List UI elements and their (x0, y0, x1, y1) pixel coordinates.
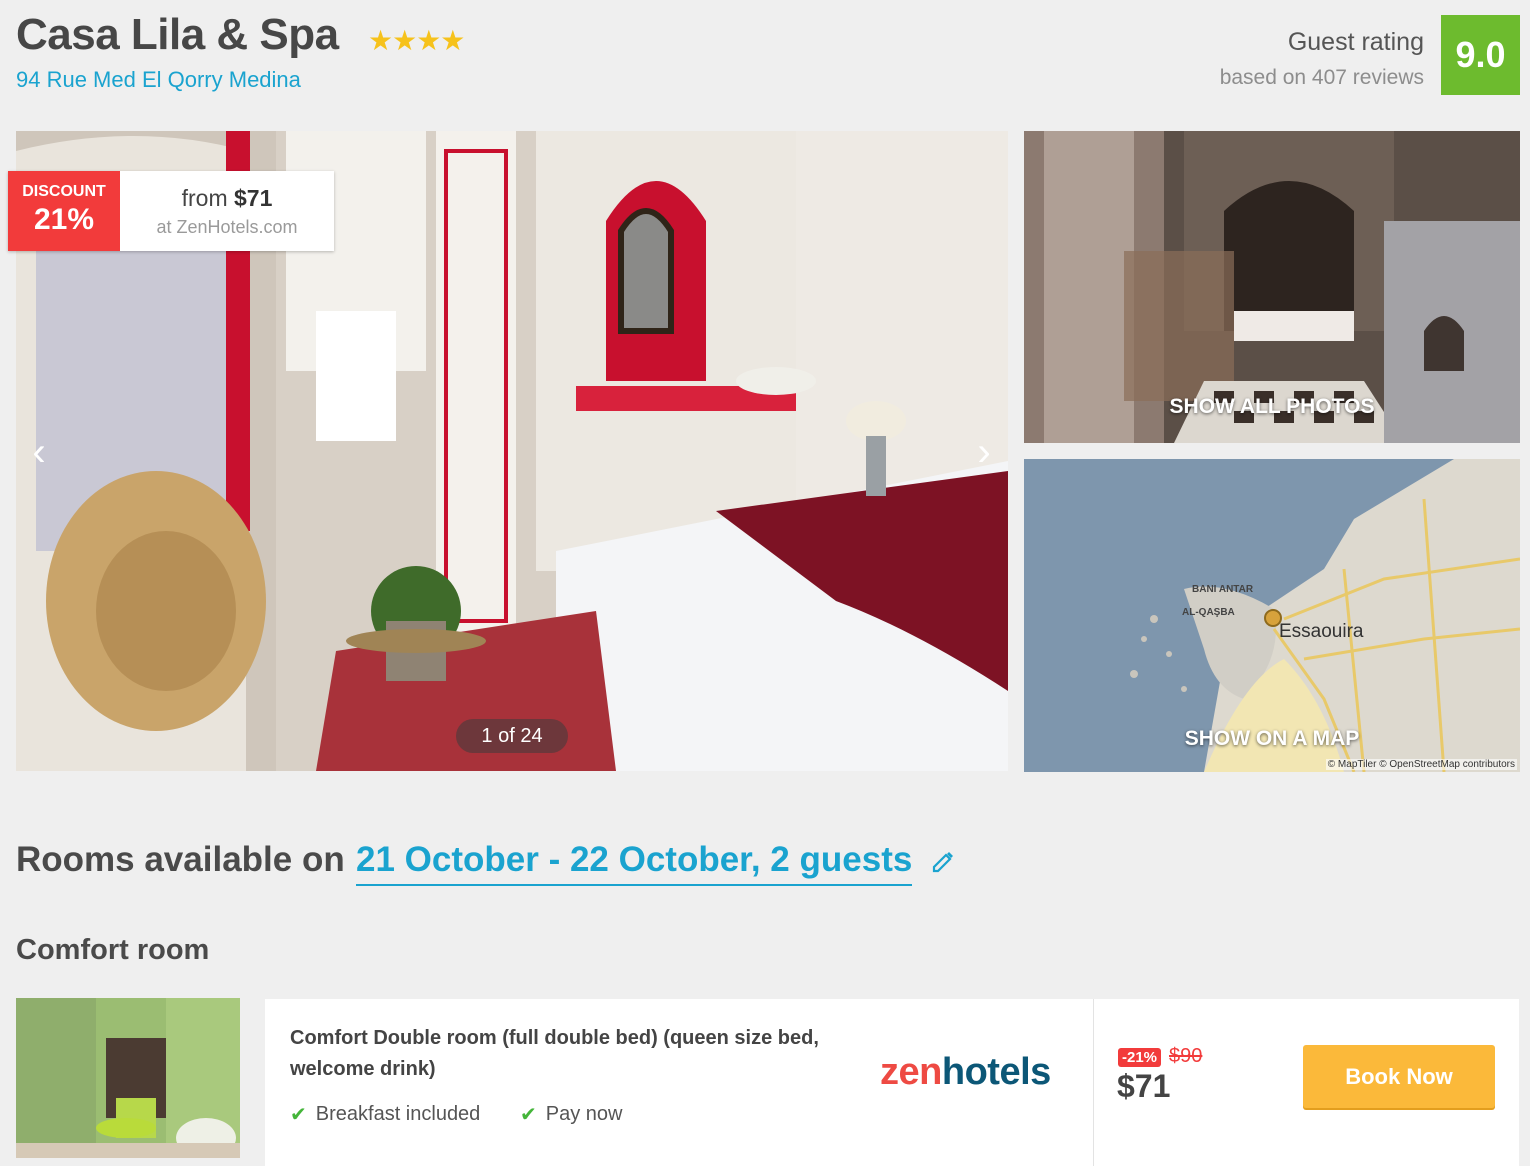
discount-value: 21% (33, 203, 95, 236)
price-source: at ZenHotels.com (156, 217, 298, 237)
next-photo-arrow-icon[interactable]: › (972, 432, 996, 472)
logo-part-zen: zen (880, 1051, 942, 1093)
photo-counter: 1 of 24 (456, 719, 568, 753)
map-label-bani-antar: BANI ANTAR (1192, 584, 1254, 595)
offer-discount-badge: -21% (1118, 1048, 1162, 1067)
show-on-map-label: SHOW ON A MAP (1184, 727, 1360, 750)
amenity-breakfast: ✔ Breakfast included (290, 1102, 480, 1127)
dates-guests-link[interactable]: 21 October - 22 October, 2 guests (356, 840, 913, 886)
book-now-button[interactable]: Book Now (1303, 1045, 1495, 1108)
offer-card: Comfort Double room (full double bed) (q… (265, 999, 1519, 1166)
checkmark-icon: ✔ (290, 1104, 307, 1126)
amenity-label: Breakfast included (315, 1103, 481, 1125)
rooms-heading: Rooms available on (16, 840, 345, 879)
amenity-label: Pay now (545, 1103, 623, 1125)
from-prefix: from (181, 185, 234, 211)
show-on-map-tile[interactable]: BANI ANTAR AL-QAŞBA Essaouira SHOW ON A … (1024, 459, 1520, 772)
room-thumbnail-image (16, 998, 240, 1158)
offer-room-name: Comfort Double room (full double bed) (q… (290, 1027, 819, 1080)
logo-part-hotels: hotels (941, 1051, 1051, 1093)
guest-rating-label: Guest rating (1287, 28, 1424, 56)
room-type-title: Comfort room (16, 934, 210, 966)
from-price-value: $71 (234, 185, 273, 211)
star-rating: ★★★★ (368, 25, 465, 56)
show-all-photos-tile[interactable]: SHOW ALL PHOTOS (1024, 131, 1520, 443)
old-price: $90 (1169, 1045, 1203, 1067)
discount-tag: DISCOUNT 21% (8, 171, 120, 251)
checkmark-icon: ✔ (520, 1104, 537, 1126)
current-price: $71 (1117, 1068, 1171, 1104)
map-image: BANI ANTAR AL-QAŞBA Essaouira (1024, 459, 1520, 772)
show-all-photos-label: SHOW ALL PHOTOS (1169, 395, 1375, 418)
room-thumbnail[interactable] (16, 998, 240, 1158)
zenhotels-logo: zenhotels (880, 1051, 1051, 1094)
card-divider (1093, 999, 1094, 1166)
map-label-city: Essaouira (1279, 621, 1364, 642)
hotel-title: Casa Lila & Spa (16, 10, 339, 59)
prev-photo-arrow-icon[interactable]: ‹ (27, 432, 51, 472)
hotel-address-link[interactable]: 94 Rue Med El Qorry Medina (16, 67, 301, 93)
discount-label: DISCOUNT (22, 183, 106, 200)
map-label-al-qasba: AL-QAŞBA (1182, 607, 1235, 618)
pencil-edit-icon[interactable] (930, 847, 956, 873)
amenity-pay-now: ✔ Pay now (520, 1102, 622, 1127)
review-count[interactable]: based on 407 reviews (1220, 66, 1424, 90)
discount-price-badge[interactable]: DISCOUNT 21% from $71 at ZenHotels.com (8, 171, 334, 251)
price-box: from $71 at ZenHotels.com (120, 171, 334, 251)
map-attribution[interactable]: © MapTiler © OpenStreetMap contributors (1325, 759, 1517, 770)
rating-score-badge: 9.0 (1441, 15, 1520, 95)
from-price: from $71 (120, 185, 334, 212)
